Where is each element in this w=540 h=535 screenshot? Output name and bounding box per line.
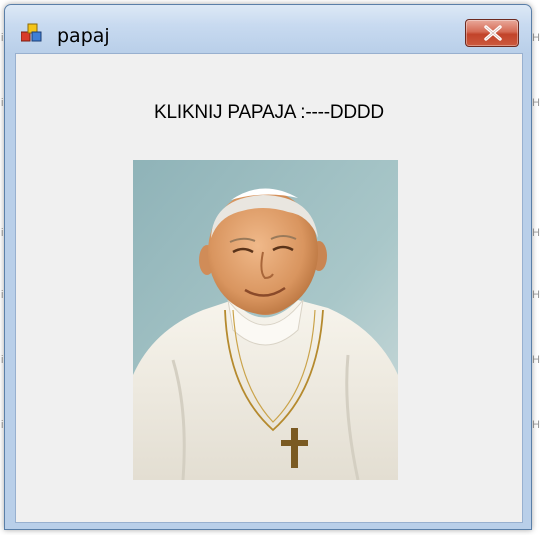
close-button[interactable] <box>465 19 519 47</box>
window-title: papaj <box>57 25 110 47</box>
close-x-icon <box>484 25 502 41</box>
background-glyph: H <box>532 354 540 366</box>
background-glyph: H <box>532 97 540 109</box>
background-glyph: H <box>532 419 540 431</box>
portrait-photo <box>133 160 398 480</box>
portrait-picturebox[interactable] <box>133 160 398 480</box>
background-glyph: H <box>532 227 540 239</box>
form-client-area: KLIKNIJ PAPAJA :----DDDD <box>15 53 523 523</box>
background-glyph: H <box>532 32 540 44</box>
background-glyph: H <box>532 289 540 301</box>
application-form-icon <box>20 23 43 43</box>
form-label: KLIKNIJ PAPAJA :----DDDD <box>154 102 384 123</box>
form-window: papaj KLIKNIJ PAPAJA :----DDDD <box>4 4 532 530</box>
title-bar[interactable]: papaj <box>5 5 531 53</box>
